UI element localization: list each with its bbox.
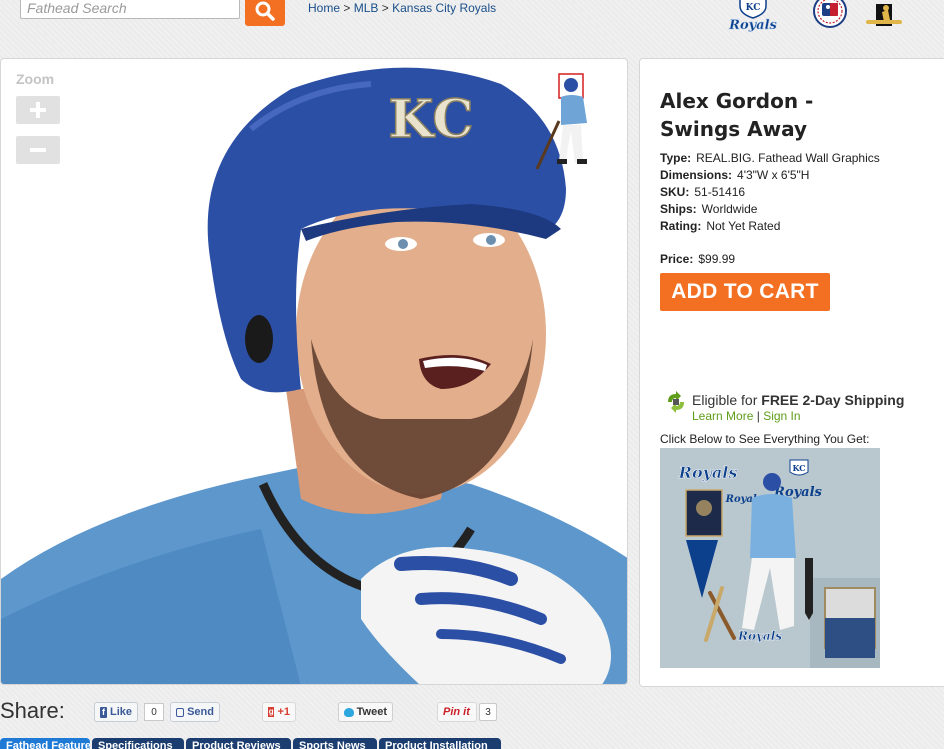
spec-label: SKU: [660, 185, 690, 199]
breadcrumb-home-link[interactable]: Home [308, 1, 340, 15]
product-info-panel: Alex Gordon - Swings Away Type: REAL.BIG.… [639, 58, 944, 687]
price-row: Price: $99.99 [660, 252, 735, 266]
gplus-label: +1 [277, 706, 290, 718]
breadcrumb-separator: > [381, 1, 389, 15]
svg-text:KC: KC [388, 89, 473, 150]
learn-more-link[interactable]: Learn More [692, 409, 753, 423]
spec-label: Type: [660, 151, 692, 165]
svg-text:KC: KC [792, 463, 805, 473]
breadcrumb-royals-link[interactable]: Kansas City Royals [392, 1, 496, 15]
zoom-in-button[interactable] [16, 96, 60, 124]
kit-contents-image[interactable]: Royals Royals KC Royals Royals [660, 448, 880, 668]
spec-label: Rating: [660, 219, 702, 233]
zoom-label: Zoom [16, 71, 55, 87]
spec-label: Ships: [660, 202, 697, 216]
shipping-free-text: FREE 2-Day Shipping [761, 392, 905, 408]
price-value: $99.99 [698, 252, 736, 266]
spec-value: Worldwide [701, 202, 758, 216]
facebook-icon: f [100, 706, 107, 718]
facebook-like-button[interactable]: f Like [94, 702, 138, 722]
google-icon: g [268, 707, 275, 717]
product-title: Alex Gordon - Swings Away [660, 89, 814, 141]
google-plus-button[interactable]: g +1 [262, 702, 296, 722]
spec-value: REAL.BIG. Fathead Wall Graphics [696, 151, 880, 165]
twitter-bird-icon [344, 707, 354, 717]
breadcrumb-mlb-link[interactable]: MLB [354, 1, 379, 15]
search-button[interactable] [245, 0, 285, 26]
pinterest-pinit-button[interactable]: Pin it [437, 702, 477, 722]
spec-label: Dimensions: [660, 168, 733, 182]
tab-specifications[interactable]: Specifications [92, 738, 184, 749]
add-to-cart-button[interactable]: ADD TO CART [660, 273, 830, 311]
share-label: Share: [0, 698, 65, 723]
facebook-send-button[interactable]: Send [170, 702, 220, 722]
minus-icon [30, 148, 46, 152]
like-count: 0 [144, 703, 164, 721]
spec-dimensions: Dimensions: 4'3"W x 6'5"H [660, 168, 809, 182]
spec-type: Type: REAL.BIG. Fathead Wall Graphics [660, 151, 880, 165]
players-logo[interactable] [862, 0, 904, 32]
plus-icon [30, 102, 46, 118]
sign-in-link[interactable]: Sign In [763, 409, 800, 423]
spec-value: 51-51416 [694, 185, 746, 199]
zoom-thumbnail[interactable] [529, 71, 605, 177]
link-divider: | [756, 409, 760, 423]
zoom-out-button[interactable] [16, 136, 60, 164]
shipping-links: Learn More | Sign In [692, 409, 801, 423]
tab-product-installation[interactable]: Product Installation [379, 738, 501, 749]
send-label: Send [187, 706, 214, 718]
search-input[interactable] [20, 0, 240, 19]
svg-text:KC: KC [746, 3, 761, 13]
pin-count: 3 [479, 703, 497, 721]
pinit-label: Pin it [443, 706, 470, 718]
kc-helmet-logo: KC [388, 88, 475, 151]
svg-text:Royals: Royals [728, 18, 777, 32]
send-icon [176, 707, 185, 717]
shipping-icon [668, 391, 684, 413]
tweet-label: Tweet [356, 706, 387, 718]
shipping-eligibility: Eligible for FREE 2-Day Shipping [692, 392, 904, 408]
spec-value: Not Yet Rated [706, 219, 781, 233]
mlb-logo[interactable] [806, 0, 854, 32]
tab-sports-news[interactable]: Sports News [293, 738, 377, 749]
product-image-panel: KC Zoom [0, 58, 628, 685]
price-label: Price: [660, 252, 694, 266]
spec-rating: Rating: Not Yet Rated [660, 219, 780, 233]
spec-value: 4'3"W x 6'5"H [737, 168, 810, 182]
royals-logo[interactable]: KC Royals [728, 0, 778, 32]
breadcrumb-separator: > [343, 1, 351, 15]
tab-product-reviews[interactable]: Product Reviews [186, 738, 291, 749]
search-icon [255, 1, 275, 21]
tweet-button[interactable]: Tweet [338, 702, 393, 722]
shipping-eligible-text: Eligible for [692, 392, 762, 408]
svg-text:Royals: Royals [737, 629, 782, 643]
spec-sku: SKU: 51-51416 [660, 185, 745, 199]
kit-caption: Click Below to See Everything You Get: [660, 432, 870, 446]
spec-ships: Ships: Worldwide [660, 202, 757, 216]
breadcrumb: Home > MLB > Kansas City Royals [308, 1, 496, 15]
svg-text:Royals: Royals [678, 463, 738, 482]
like-label: Like [109, 706, 132, 718]
tab-fathead-features[interactable]: Fathead Features [0, 738, 90, 749]
